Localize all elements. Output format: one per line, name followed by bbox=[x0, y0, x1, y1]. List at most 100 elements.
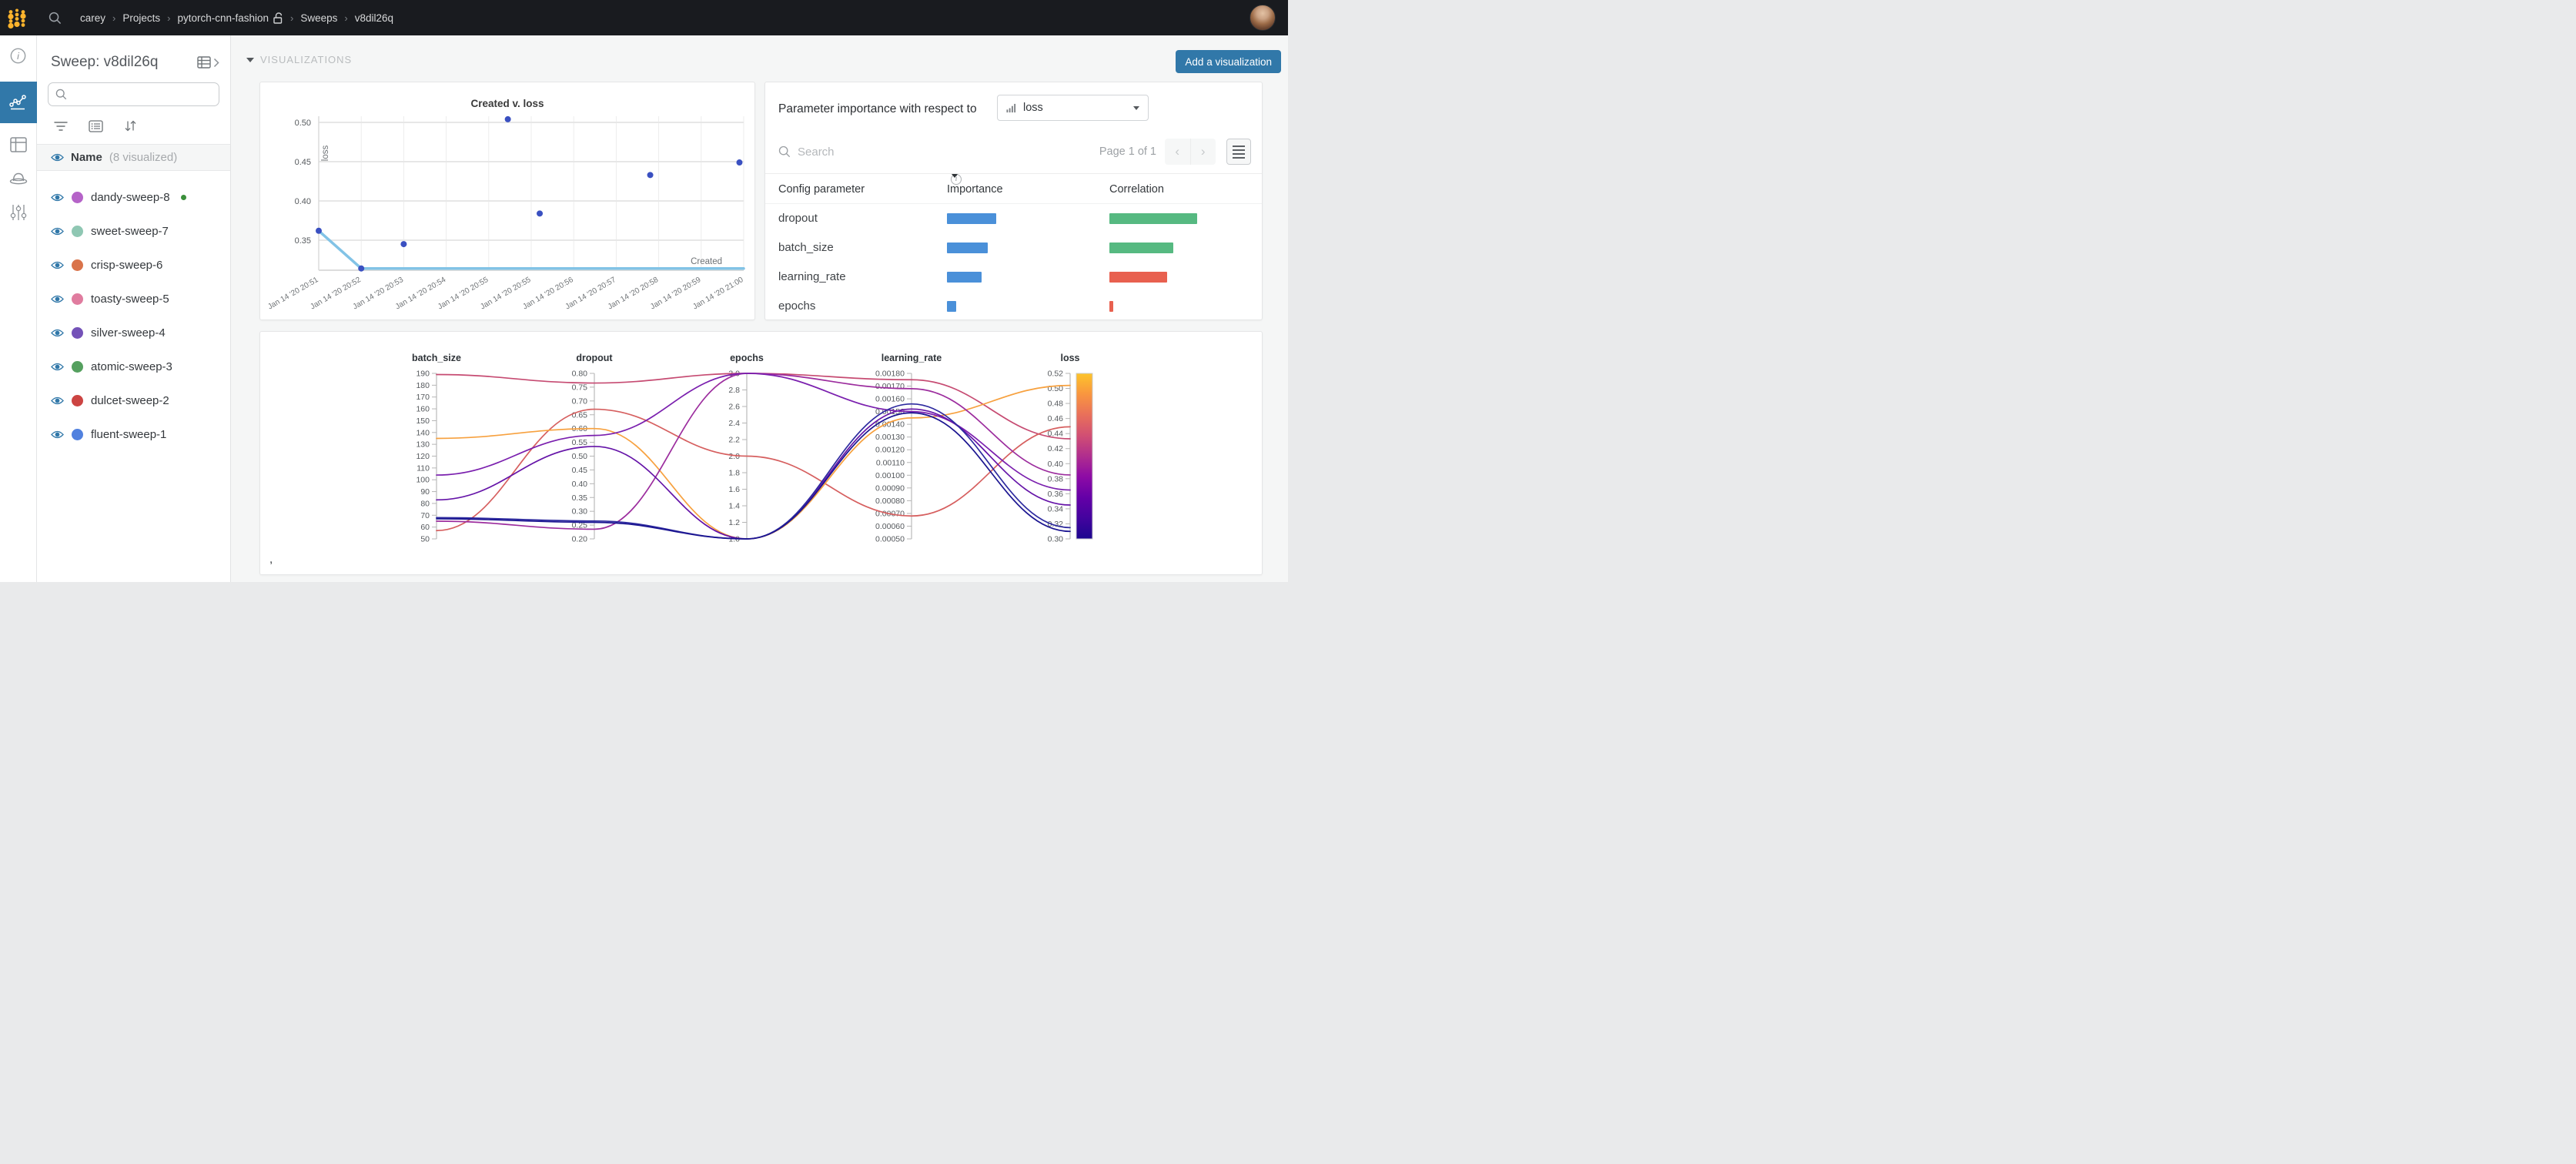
scatter-point[interactable] bbox=[736, 159, 742, 166]
prev-page-button[interactable]: ‹ bbox=[1165, 139, 1191, 165]
sweeps-hat-icon[interactable] bbox=[9, 170, 28, 189]
add-visualization-button[interactable]: Add a visualization bbox=[1176, 50, 1281, 73]
group-list-icon[interactable] bbox=[89, 120, 103, 132]
axis-tick-label: 2.0 bbox=[728, 452, 740, 461]
run-row[interactable]: atomic-sweep-3 bbox=[37, 350, 230, 383]
wandb-logo-icon[interactable] bbox=[5, 5, 28, 30]
parallel-coordinates-plot[interactable]: batch_size190180170160150140130120110100… bbox=[260, 332, 1263, 575]
visibility-eye-icon[interactable] bbox=[51, 294, 64, 304]
scatter-point[interactable] bbox=[316, 228, 322, 234]
mini-bars-icon bbox=[1006, 103, 1016, 113]
open-runs-table-icon[interactable] bbox=[197, 56, 212, 69]
run-curve[interactable] bbox=[437, 404, 1070, 539]
importance-table-header: Config parameter Importancei Correlation bbox=[765, 173, 1262, 204]
run-curve[interactable] bbox=[437, 410, 1070, 531]
scatter-point[interactable] bbox=[400, 241, 406, 247]
top-navigation-bar: carey›Projects›pytorch-cnn-fashion›Sweep… bbox=[0, 0, 1288, 35]
axis-tick-label: 50 bbox=[420, 535, 430, 544]
visibility-eye-icon[interactable] bbox=[51, 260, 64, 270]
correlation-bar bbox=[1109, 301, 1113, 312]
search-icon[interactable] bbox=[778, 146, 791, 158]
run-row[interactable]: silver-sweep-4 bbox=[37, 316, 230, 350]
chevron-right-icon[interactable] bbox=[213, 58, 219, 68]
table-row[interactable]: learning_rate bbox=[765, 263, 1262, 292]
created-vs-loss-panel[interactable]: Created v. loss 0.500.450.400.35lossJan … bbox=[259, 82, 755, 320]
run-name[interactable]: toasty-sweep-5 bbox=[91, 293, 169, 306]
breadcrumb-item[interactable]: carey bbox=[80, 12, 105, 24]
visibility-eye-icon[interactable] bbox=[51, 362, 64, 372]
scatter-point[interactable] bbox=[537, 210, 543, 216]
run-row[interactable]: dulcet-sweep-2 bbox=[37, 383, 230, 417]
breadcrumb-item[interactable]: Sweeps bbox=[300, 12, 337, 24]
metric-dropdown[interactable]: loss bbox=[997, 95, 1149, 121]
axis-title[interactable]: loss bbox=[1060, 353, 1079, 363]
run-curve[interactable] bbox=[437, 386, 1070, 539]
axis-tick-label: 0.40 bbox=[572, 480, 588, 489]
charts-tab-active[interactable] bbox=[0, 82, 37, 123]
run-search-box[interactable] bbox=[48, 82, 219, 106]
visibility-eye-icon[interactable] bbox=[51, 328, 64, 338]
scatter-point[interactable] bbox=[647, 172, 654, 178]
breadcrumb-item[interactable]: v8dil26q bbox=[355, 12, 393, 24]
run-name[interactable]: atomic-sweep-3 bbox=[91, 360, 172, 373]
sort-icon[interactable] bbox=[124, 119, 137, 132]
table-menu-button[interactable] bbox=[1226, 139, 1251, 165]
axis-title[interactable]: batch_size bbox=[412, 353, 461, 363]
run-row[interactable]: toasty-sweep-5 bbox=[37, 282, 230, 316]
table-row[interactable]: dropout bbox=[765, 204, 1262, 233]
run-row[interactable]: crisp-sweep-6 bbox=[37, 248, 230, 282]
search-icon[interactable] bbox=[49, 12, 62, 25]
run-name[interactable]: crisp-sweep-6 bbox=[91, 259, 162, 272]
breadcrumb-item[interactable]: Projects bbox=[122, 12, 160, 24]
scatter-point[interactable] bbox=[505, 116, 511, 122]
scatter-point[interactable] bbox=[358, 266, 364, 272]
visualizations-section-header[interactable]: VISUALIZATIONS bbox=[246, 54, 352, 65]
visibility-eye-icon[interactable] bbox=[51, 396, 64, 406]
overview-info-icon[interactable]: i bbox=[10, 48, 26, 68]
importance-title: Parameter importance with respect to bbox=[778, 102, 977, 116]
table-search-placeholder[interactable]: Search bbox=[798, 146, 835, 159]
axis-tick-label: 0.00050 bbox=[875, 535, 905, 544]
run-name[interactable]: silver-sweep-4 bbox=[91, 326, 166, 340]
importance-bar bbox=[947, 213, 996, 224]
run-row[interactable]: dandy-sweep-8 bbox=[37, 180, 230, 214]
sweep-title: Sweep: v8dil26q bbox=[51, 54, 158, 71]
run-search-input[interactable] bbox=[72, 89, 219, 100]
run-row[interactable]: sweet-sweep-7 bbox=[37, 214, 230, 248]
run-name[interactable]: dulcet-sweep-2 bbox=[91, 394, 169, 407]
axis-tick-label: 2.6 bbox=[728, 403, 740, 412]
visibility-eye-icon[interactable] bbox=[51, 192, 64, 202]
left-icon-rail: i bbox=[0, 35, 37, 582]
parallel-coordinates-panel[interactable]: batch_size190180170160150140130120110100… bbox=[259, 331, 1263, 575]
run-name[interactable]: dandy-sweep-8 bbox=[91, 191, 170, 204]
run-name[interactable]: fluent-sweep-1 bbox=[91, 428, 166, 441]
axis-tick-label: 0.46 bbox=[1048, 414, 1064, 423]
axis-tick-label: 0.35 bbox=[572, 493, 588, 503]
run-curve[interactable] bbox=[437, 373, 1070, 439]
visibility-eye-icon[interactable] bbox=[51, 152, 64, 162]
runs-table-icon[interactable] bbox=[10, 137, 27, 156]
y-axis-label: loss bbox=[321, 146, 330, 162]
axis-tick-label: 100 bbox=[416, 476, 430, 485]
axis-tick-label: 0.00130 bbox=[875, 433, 905, 442]
breadcrumb-item[interactable]: pytorch-cnn-fashion bbox=[177, 12, 283, 24]
breadcrumb-separator: › bbox=[167, 12, 170, 24]
run-row[interactable]: fluent-sweep-1 bbox=[37, 417, 230, 451]
user-avatar[interactable] bbox=[1250, 5, 1276, 31]
axis-title[interactable]: dropout bbox=[576, 353, 613, 363]
controls-sliders-icon[interactable] bbox=[10, 203, 27, 226]
scatter-plot[interactable]: 0.500.450.400.35lossJan 14 '20 20:51Jan … bbox=[260, 82, 755, 320]
run-name[interactable]: sweet-sweep-7 bbox=[91, 225, 169, 238]
run-color-dot bbox=[72, 226, 83, 237]
visibility-eye-icon[interactable] bbox=[51, 430, 64, 440]
axis-title[interactable]: learning_rate bbox=[882, 353, 942, 363]
dropdown-caret-icon bbox=[1133, 106, 1139, 110]
filter-icon[interactable] bbox=[54, 121, 68, 132]
axis-title[interactable]: epochs bbox=[730, 353, 764, 363]
runs-list: dandy-sweep-8 sweet-sweep-7 crisp-sweep-6 t… bbox=[37, 171, 230, 451]
next-page-button[interactable]: › bbox=[1191, 139, 1216, 165]
visibility-eye-icon[interactable] bbox=[51, 226, 64, 236]
table-row[interactable]: epochs bbox=[765, 292, 1262, 320]
run-color-dot bbox=[72, 361, 83, 373]
table-row[interactable]: batch_size bbox=[765, 233, 1262, 263]
